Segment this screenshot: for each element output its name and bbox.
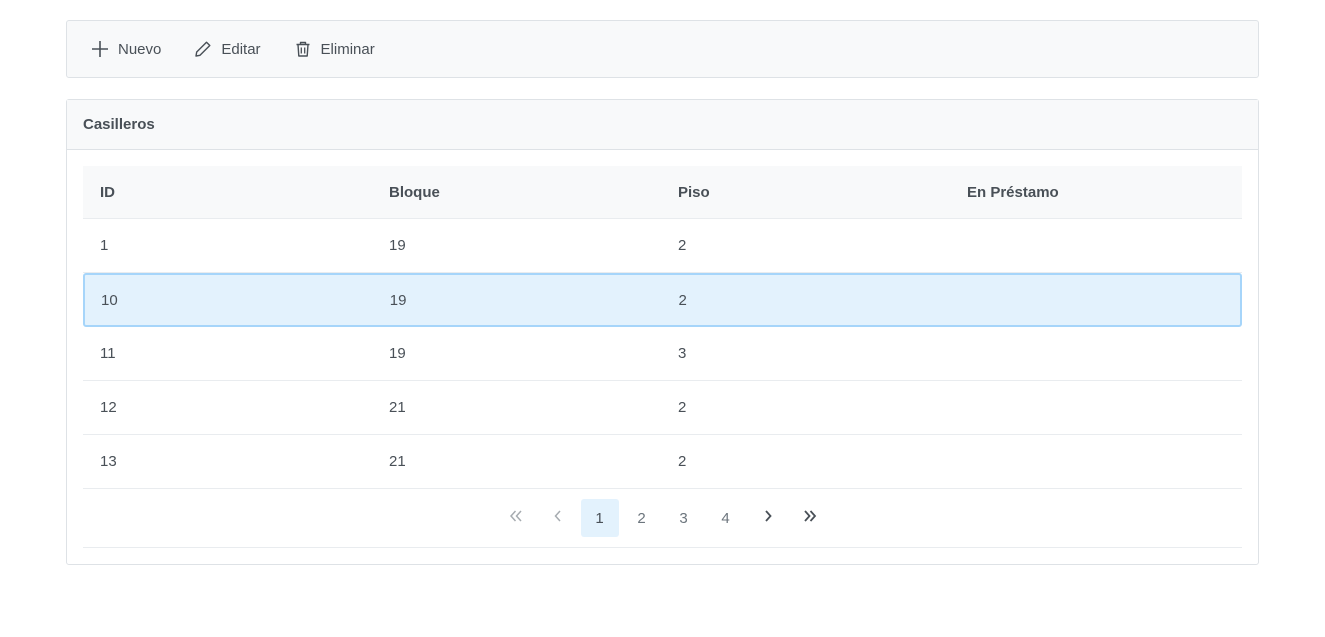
column-header-en-prestamo[interactable]: En Préstamo (950, 184, 1239, 201)
cell-bloque: 19 (389, 345, 406, 362)
cell-piso: 3 (678, 345, 687, 362)
cell-piso: 2 (678, 237, 687, 254)
column-header-id[interactable]: ID (83, 184, 372, 201)
last-page-button[interactable] (791, 499, 829, 537)
cell-id: 13 (100, 453, 117, 470)
cell-id: 10 (101, 291, 118, 309)
delete-button-label: Eliminar (320, 40, 375, 58)
edit-button[interactable]: Editar (194, 31, 261, 67)
pencil-icon (194, 40, 212, 58)
table-row[interactable]: 1 19 2 (83, 219, 1242, 273)
plus-icon (91, 40, 109, 58)
paginator: 1 2 3 4 (83, 489, 1242, 548)
cell-piso: 2 (678, 453, 687, 470)
table-row[interactable]: 13 21 2 (83, 435, 1242, 489)
cell-bloque: 19 (389, 237, 406, 254)
table-header: ID Bloque Piso En Préstamo (83, 166, 1242, 219)
cell-id: 12 (100, 399, 117, 416)
column-header-piso[interactable]: Piso (661, 184, 950, 201)
table-row[interactable]: 12 21 2 (83, 381, 1242, 435)
cell-id: 1 (100, 237, 109, 254)
first-page-button[interactable] (497, 499, 535, 537)
new-button-label: Nuevo (118, 40, 162, 58)
cell-id: 11 (100, 345, 116, 362)
cell-bloque: 19 (389, 291, 407, 309)
edit-button-label: Editar (221, 40, 261, 58)
delete-button[interactable]: Eliminar (294, 31, 375, 67)
page-button-3[interactable]: 3 (665, 499, 703, 537)
prev-page-button[interactable] (539, 499, 577, 537)
double-chevron-left-icon (508, 509, 524, 527)
column-header-bloque[interactable]: Bloque (372, 184, 661, 201)
panel-title: Casilleros (67, 100, 1258, 150)
page-button-4[interactable]: 4 (707, 499, 745, 537)
lockers-panel: Casilleros ID Bloque Piso En Préstamo 1 … (66, 99, 1259, 565)
cell-bloque: 21 (389, 453, 406, 470)
lockers-table: ID Bloque Piso En Préstamo 1 19 2 10 19 … (83, 166, 1242, 548)
page-button-1[interactable]: 1 (580, 499, 619, 537)
new-button[interactable]: Nuevo (91, 31, 161, 67)
page-button-2[interactable]: 2 (623, 499, 661, 537)
chevron-left-icon (552, 509, 564, 527)
cell-piso: 2 (678, 399, 687, 416)
cell-piso: 2 (678, 291, 687, 309)
cell-bloque: 21 (389, 399, 406, 416)
double-chevron-right-icon (802, 509, 818, 527)
table-row[interactable]: 11 19 3 (83, 327, 1242, 381)
table-row-selected[interactable]: 10 19 2 (83, 273, 1242, 327)
next-page-button[interactable] (749, 499, 787, 537)
toolbar: Nuevo Editar Eliminar (66, 20, 1259, 78)
chevron-right-icon (762, 509, 774, 527)
trash-icon (294, 40, 312, 58)
